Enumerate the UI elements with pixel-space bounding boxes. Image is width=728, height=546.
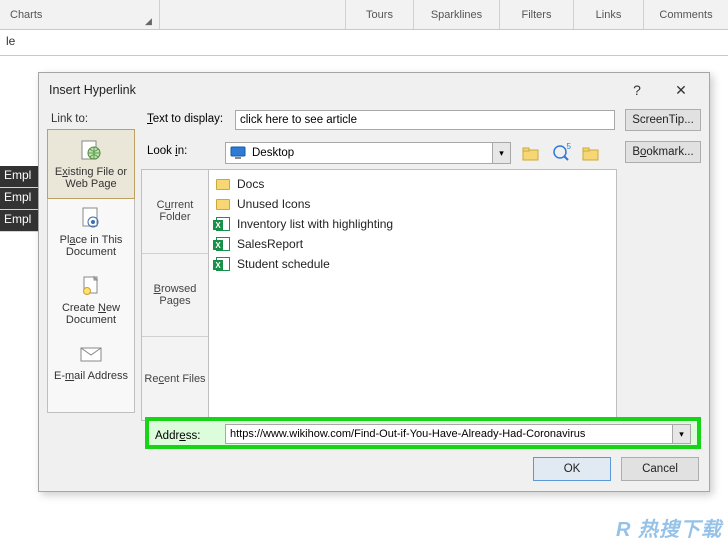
- ribbon-spacer: [160, 0, 346, 29]
- linkto-existing-file[interactable]: Existing File or Web Page: [47, 129, 135, 199]
- ribbon: Charts ◢ Tours Sparklines Filters Links …: [0, 0, 728, 30]
- tab-recent-files[interactable]: Recent Files: [142, 337, 208, 420]
- browse-file-button[interactable]: [579, 141, 603, 165]
- link-to-label: Link to:: [51, 113, 88, 125]
- browse-tabs: CurrentFolder BrowsedPages Recent Files: [141, 169, 209, 421]
- ribbon-group-tours[interactable]: Tours: [346, 0, 414, 29]
- linkto-label: Document: [51, 246, 131, 258]
- row-cell[interactable]: Empl: [0, 210, 40, 232]
- ribbon-group-comments[interactable]: Comments: [644, 0, 728, 29]
- watermark: R 热搜下载: [616, 513, 722, 542]
- linkto-label: Document: [51, 314, 131, 326]
- list-item[interactable]: Docs: [215, 174, 610, 194]
- linkto-email[interactable]: E-mail Address: [48, 334, 134, 390]
- address-label: Address:: [155, 430, 200, 442]
- ribbon-group-charts[interactable]: Charts ◢: [0, 0, 160, 29]
- envelope-icon: [77, 342, 105, 366]
- row-cell[interactable]: Empl: [0, 188, 40, 210]
- ok-button[interactable]: OK: [533, 457, 611, 481]
- dialog-title: Insert Hyperlink: [49, 83, 136, 97]
- row-cell[interactable]: Empl: [0, 166, 40, 188]
- list-item[interactable]: Unused Icons: [215, 194, 610, 214]
- chevron-down-icon[interactable]: ▾: [492, 143, 510, 163]
- look-in-value: Desktop: [252, 147, 294, 159]
- list-item[interactable]: Student schedule: [215, 254, 610, 274]
- folder-icon: [215, 196, 231, 212]
- link-to-pane: Existing File or Web Page Place in This …: [47, 129, 135, 413]
- tab-browsed-pages[interactable]: BrowsedPages: [142, 254, 208, 338]
- browse-web-button[interactable]: 5: [549, 141, 573, 165]
- screentip-button[interactable]: ScreenTip...: [625, 109, 701, 131]
- formula-bar-text: le: [6, 34, 15, 48]
- chevron-down-icon[interactable]: ▾: [672, 425, 690, 443]
- new-document-icon: [77, 274, 105, 298]
- text-to-display-input[interactable]: [235, 110, 615, 130]
- formula-bar[interactable]: le: [0, 30, 728, 56]
- insert-hyperlink-dialog: Insert Hyperlink ? ✕ Link to: Existing F…: [38, 72, 710, 492]
- tab-current-folder[interactable]: CurrentFolder: [142, 170, 208, 254]
- dialog-buttons: OK Cancel: [533, 457, 699, 481]
- cancel-button[interactable]: Cancel: [621, 457, 699, 481]
- help-button[interactable]: ?: [617, 77, 657, 103]
- address-input[interactable]: https://www.wikihow.com/Find-Out-if-You-…: [225, 424, 691, 444]
- address-value: https://www.wikihow.com/Find-Out-if-You-…: [230, 428, 585, 440]
- excel-icon: [215, 216, 231, 232]
- linkto-place-in-doc[interactable]: Place in This Document: [48, 198, 134, 266]
- close-button[interactable]: ✕: [661, 77, 701, 103]
- globe-page-icon: [77, 138, 105, 162]
- look-in-label: Look in:: [147, 145, 187, 157]
- document-target-icon: [77, 206, 105, 230]
- list-item[interactable]: SalesReport: [215, 234, 610, 254]
- file-browser: CurrentFolder BrowsedPages Recent Files …: [141, 169, 617, 421]
- look-in-combo[interactable]: Desktop ▾: [225, 142, 511, 164]
- files-list[interactable]: Docs Unused Icons Inventory list with hi…: [209, 169, 617, 421]
- folder-icon: [215, 176, 231, 192]
- ribbon-group-links[interactable]: Links: [574, 0, 644, 29]
- text-to-display-label: Text to display:: [147, 113, 223, 125]
- ribbon-group-label: Charts: [10, 9, 42, 21]
- dialog-launcher-icon[interactable]: ◢: [145, 16, 155, 26]
- desktop-icon: [230, 146, 246, 160]
- list-item[interactable]: Inventory list with highlighting: [215, 214, 610, 234]
- linkto-create-new[interactable]: Create New Document: [48, 266, 134, 334]
- bookmark-button[interactable]: Bookmark...: [625, 141, 701, 163]
- titlebar[interactable]: Insert Hyperlink ? ✕: [39, 73, 709, 107]
- linkto-label: Web Page: [51, 178, 131, 190]
- excel-icon: [215, 236, 231, 252]
- ribbon-group-sparklines[interactable]: Sparklines: [414, 0, 500, 29]
- excel-icon: [215, 256, 231, 272]
- up-one-level-button[interactable]: [519, 141, 543, 165]
- ribbon-group-filters[interactable]: Filters: [500, 0, 574, 29]
